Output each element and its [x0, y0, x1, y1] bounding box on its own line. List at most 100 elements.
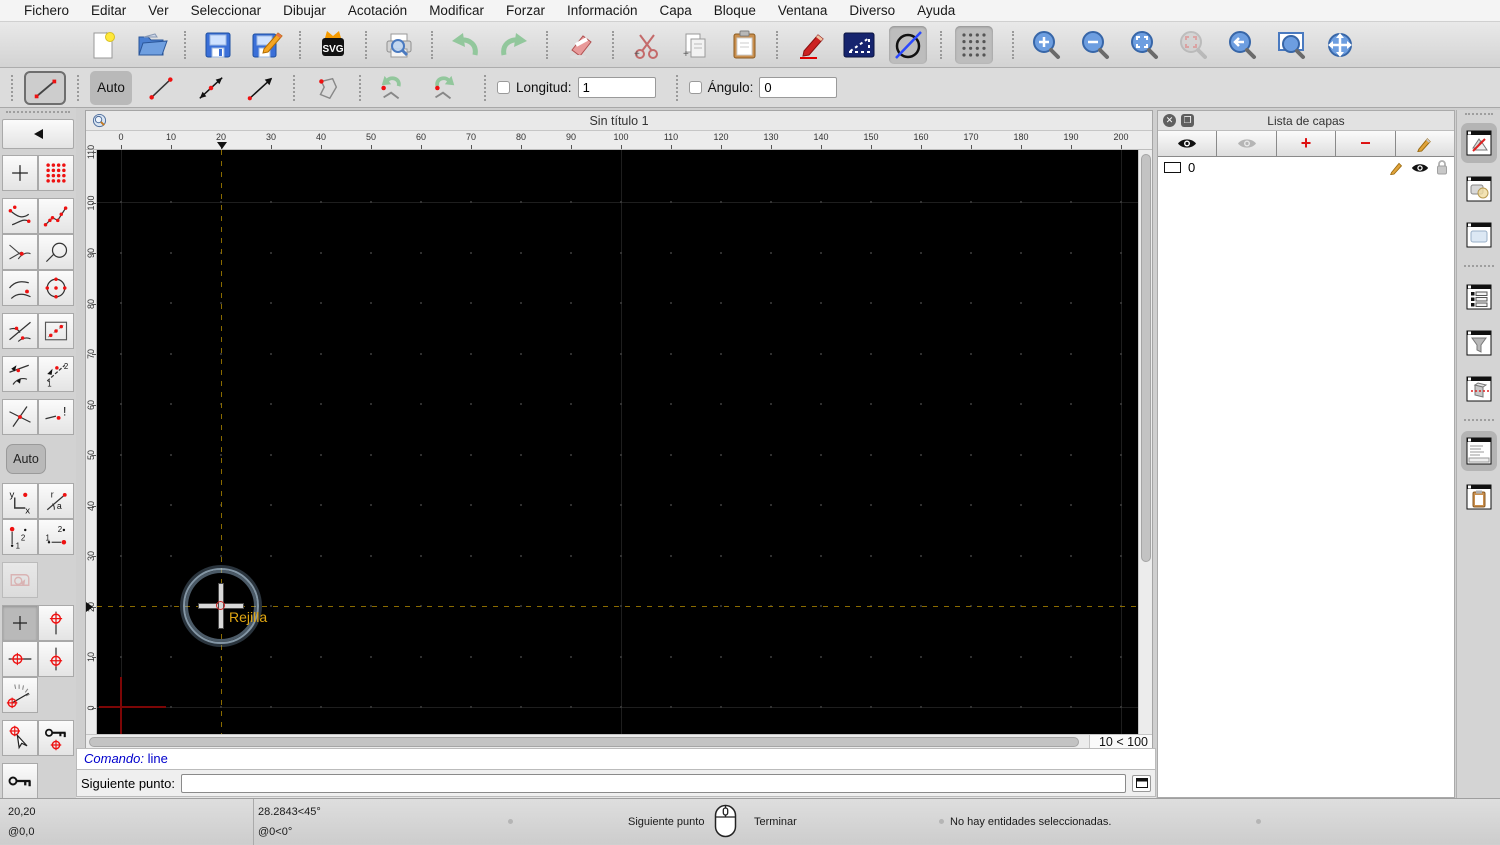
horizontal-scrollbar-thumb[interactable] [89, 737, 1079, 747]
clipboard-widget-dock-button[interactable] [1461, 477, 1497, 517]
menu-ayuda[interactable]: Ayuda [906, 0, 966, 22]
menu-modificar[interactable]: Modificar [418, 0, 495, 22]
menu-informacion[interactable]: Información [556, 0, 649, 22]
line-segment-button[interactable] [140, 71, 182, 105]
undo-segment-button[interactable] [372, 71, 414, 105]
tangent-line-tool-button[interactable] [2, 313, 38, 349]
open-file-button[interactable] [133, 26, 171, 64]
snap-lock-button[interactable] [38, 720, 74, 756]
paste-button[interactable] [725, 26, 763, 64]
angulo-input[interactable] [759, 77, 838, 98]
command-dock-toggle-button[interactable] [1132, 774, 1151, 792]
menu-ventana[interactable]: Ventana [767, 0, 839, 22]
edit-layer-button[interactable] [1396, 131, 1454, 156]
toolbar-handle[interactable] [77, 74, 79, 101]
redo-segment-button[interactable] [422, 71, 464, 105]
vertical-scrollbar-thumb[interactable] [1141, 154, 1151, 562]
menu-bloque[interactable]: Bloque [703, 0, 767, 22]
cut-button[interactable]: + [627, 26, 665, 64]
save-button[interactable] [199, 26, 237, 64]
layer-color-swatch[interactable] [1164, 162, 1181, 173]
polyline-tool-button[interactable] [38, 198, 74, 234]
snap-angle-button[interactable] [2, 677, 38, 713]
circle-center-tool-button[interactable] [38, 270, 74, 306]
save-as-button[interactable] [248, 26, 286, 64]
corner-order-b-button[interactable]: 12 [38, 519, 74, 555]
relative-zero-button[interactable] [2, 562, 38, 598]
layer-visibility-eye-icon[interactable] [1411, 162, 1429, 174]
float-panel-icon[interactable]: ❐ [1181, 114, 1194, 127]
toolbar-handle[interactable] [675, 74, 678, 101]
circle-leader-tool-button[interactable] [38, 234, 74, 270]
menu-capa[interactable]: Capa [649, 0, 703, 22]
pen-button[interactable] [791, 26, 829, 64]
horizontal-scrollbar[interactable] [86, 735, 1089, 749]
rect-snap-tool-button[interactable] [38, 313, 74, 349]
remove-layer-button[interactable]: − [1336, 131, 1396, 156]
toolbar-handle[interactable] [484, 74, 486, 101]
library-browser-dock-button[interactable] [1461, 215, 1497, 255]
menu-fichero[interactable]: Fichero [13, 0, 80, 22]
svg-export-button[interactable]: SVG [314, 26, 352, 64]
entity-list-dock-button[interactable] [1461, 277, 1497, 317]
coord-polar-button[interactable]: ra [38, 483, 74, 519]
layer-edit-pencil-icon[interactable] [1389, 160, 1404, 175]
print-preview-button[interactable] [380, 26, 418, 64]
palette-handle[interactable] [6, 111, 70, 116]
snap-on-entity-button[interactable] [38, 641, 74, 677]
menu-editar[interactable]: Editar [80, 0, 137, 22]
add-layer-button[interactable]: + [1277, 131, 1337, 156]
zoom-out-button[interactable] [1076, 26, 1114, 64]
points-grid-tool-button[interactable] [38, 155, 74, 191]
drawing-window-titlebar[interactable]: Sin título 1 [86, 111, 1152, 131]
toolbar-handle[interactable] [11, 74, 13, 101]
back-button[interactable] [2, 119, 74, 149]
longitud-input[interactable] [577, 77, 656, 98]
layer-lock-icon[interactable] [1436, 160, 1448, 175]
wall-view-dock-button[interactable] [1461, 369, 1497, 409]
zoom-window-button[interactable] [1272, 26, 1310, 64]
snap-free-button[interactable] [2, 605, 38, 641]
undo-button[interactable] [446, 26, 484, 64]
zoom-in-button[interactable] [1027, 26, 1065, 64]
spline-tool-button[interactable] [2, 198, 38, 234]
tangent-two-tool-button[interactable] [2, 356, 38, 392]
dock-strip-handle[interactable] [1464, 113, 1493, 115]
selection-mode-button[interactable] [840, 26, 878, 64]
tangent-numbered-tool-button[interactable]: 12 [38, 356, 74, 392]
layer-row[interactable]: 0 [1158, 157, 1454, 178]
line-angle-button[interactable] [190, 71, 232, 105]
zoom-selected-button[interactable] [1174, 26, 1212, 64]
restrict-off-tool-button[interactable]: ! [38, 399, 74, 435]
zoom-auto-button[interactable] [1125, 26, 1163, 64]
grid-toggle-button[interactable] [955, 25, 993, 64]
options-auto-button[interactable]: Auto [90, 70, 132, 105]
new-document-button[interactable] [84, 26, 122, 64]
drawing-canvas[interactable]: Rejilla [96, 150, 1138, 734]
menu-forzar[interactable]: Forzar [495, 0, 556, 22]
layer-panel-titlebar[interactable]: ✕ ❐ Lista de capas [1158, 111, 1454, 131]
coord-cartesian-button[interactable]: yx [2, 483, 38, 519]
snap-select-button[interactable] [2, 720, 38, 756]
arc-point-tool-button[interactable] [2, 270, 38, 306]
block-list-dock-button[interactable] [1461, 169, 1497, 209]
close-icon[interactable]: ✕ [1163, 114, 1176, 127]
draft-mode-button[interactable] [889, 25, 927, 64]
point-tool-button[interactable] [2, 155, 38, 191]
pan-button[interactable] [1321, 26, 1359, 64]
copy-button[interactable]: + [676, 26, 714, 64]
intersection-tool-button[interactable] [2, 399, 38, 435]
menu-diverso[interactable]: Diverso [838, 0, 906, 22]
vertical-scrollbar[interactable] [1138, 150, 1152, 734]
corner-order-a-button[interactable]: 12 [2, 519, 38, 555]
line-tool-button[interactable] [24, 70, 66, 105]
snap-grid-button[interactable] [38, 605, 74, 641]
menu-seleccionar[interactable]: Seleccionar [180, 0, 273, 22]
toolbar-handle[interactable] [293, 74, 295, 101]
redo-button[interactable] [495, 26, 533, 64]
toolbar-handle[interactable] [359, 74, 361, 101]
filter-dock-button[interactable] [1461, 323, 1497, 363]
angulo-checkbox[interactable] [688, 81, 702, 94]
polyline-close-button[interactable] [306, 71, 348, 105]
layer-list-dock-button[interactable] [1460, 123, 1497, 163]
